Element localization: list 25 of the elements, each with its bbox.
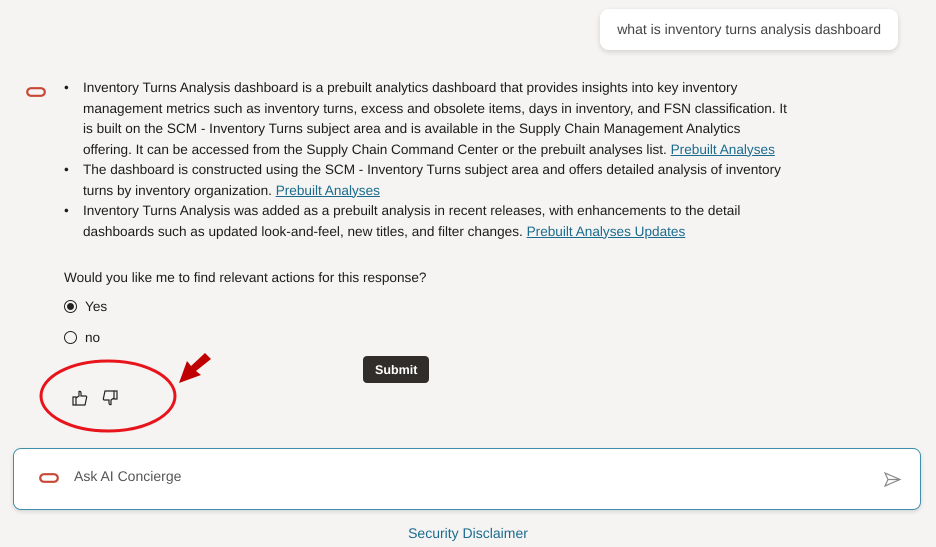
radio-button[interactable] <box>64 330 77 344</box>
radio-button[interactable] <box>64 300 77 312</box>
logo-icon <box>26 87 46 97</box>
thumbs-up-icon[interactable] <box>72 390 88 406</box>
chat-input-field[interactable]: Ask AI Concierge <box>72 467 871 485</box>
chat-input-box[interactable]: Ask AI Concierge <box>13 448 921 510</box>
submit-button[interactable]: Submit <box>363 356 430 383</box>
bullet-marker: • <box>64 202 70 220</box>
source-link[interactable]: Prebuilt Analyses Updates <box>526 224 686 238</box>
answer-bullet: Inventory Turns Analysis was added as a prebuilt analysis in recent releases, with enhancements to the detail dashboards such as updated look-and-feel, new titles, and filter changes. Prebuilt Analyses Updates <box>83 202 742 241</box>
logo-icon <box>39 472 59 482</box>
send-icon[interactable] <box>884 472 901 486</box>
user-message: what is inventory turns analysis dashboard <box>600 9 898 50</box>
bullet-marker: • <box>64 161 70 179</box>
answer-bullet: Inventory Turns Analysis dashboard is a prebuilt analytics dashboard that provides insights into key inventory management metrics such as inventory turns, excess and obsolete items, days in inventory, and FSN classification. It is built on the SCM - Inventory Turns subject area and is available in the Supply Chain Management Analytics offering. It can be accessed from the Supply Chain Command Center or the prebuilt analyses list. Prebuilt Analyses <box>83 79 788 159</box>
question-text: Would you like me to find relevant actions for this response? <box>64 270 428 287</box>
thumbs-down-icon[interactable] <box>102 390 118 406</box>
security-disclaimer-link[interactable]: Security Disclaimer <box>408 525 528 541</box>
source-link[interactable]: Prebuilt Analyses <box>670 142 775 156</box>
source-link[interactable]: Prebuilt Analyses <box>276 182 380 198</box>
annotation-arrow <box>178 353 212 384</box>
answer-bullet: The dashboard is constructed using the SCM - Inventory Turns subject area and offers detailed analysis of inventory turns by inventory organization. Prebuilt Analyses <box>83 161 782 200</box>
bullet-marker: • <box>64 79 70 97</box>
radio-option[interactable]: Yes <box>64 296 108 316</box>
radio-option[interactable]: no <box>64 327 100 347</box>
